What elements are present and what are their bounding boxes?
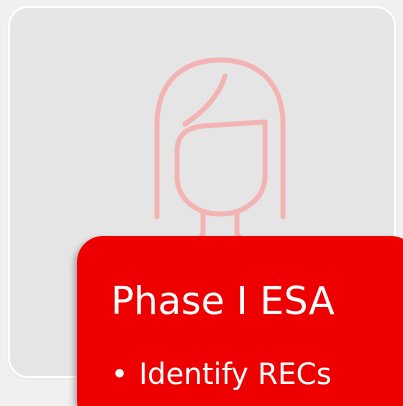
bullet-item: • Identify RECs [111, 354, 332, 394]
slide-canvas: Phase I ESA • Identify RECs [0, 0, 403, 406]
callout-box: Phase I ESA • Identify RECs [77, 236, 403, 406]
bullet-marker: • [111, 357, 129, 391]
bullet-text: Identify RECs [139, 357, 332, 391]
female-user-icon [131, 57, 309, 262]
callout-title: Phase I ESA [111, 279, 335, 323]
